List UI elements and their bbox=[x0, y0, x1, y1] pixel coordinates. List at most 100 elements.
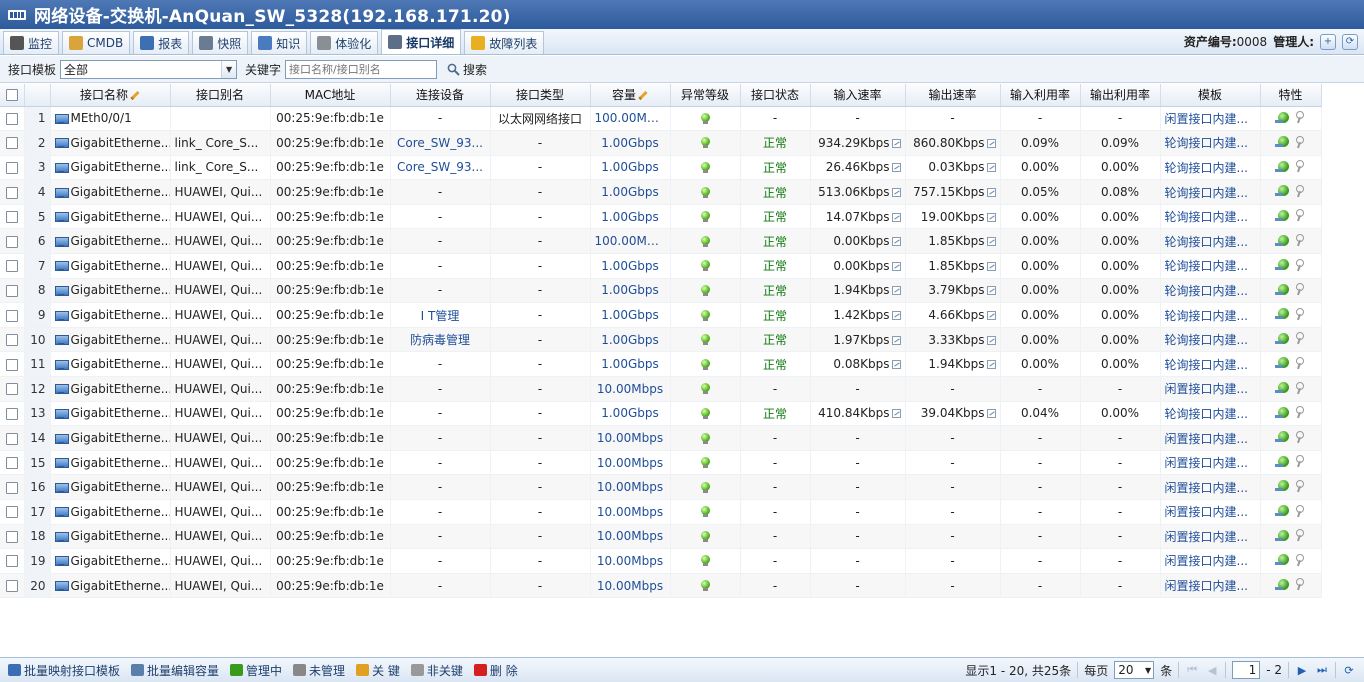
page-input[interactable]: 1 bbox=[1232, 661, 1261, 679]
connected-device[interactable]: Core_SW_93... bbox=[390, 130, 491, 156]
table-row[interactable]: 3 GigabitEtherne... link_ Core_S... 00:25:9… bbox=[0, 155, 1322, 181]
table-row[interactable]: 18 GigabitEtherne... HUAWEI, Qui... 00:25:9… bbox=[0, 524, 1322, 550]
key-icon[interactable] bbox=[1295, 529, 1304, 541]
template-link[interactable]: 闲置接口内建... bbox=[1160, 573, 1261, 599]
interface-name[interactable]: MEth0/0/1 bbox=[71, 111, 132, 125]
template-link[interactable]: 轮询接口内建... bbox=[1160, 401, 1261, 427]
refresh-icon[interactable]: ⟳ bbox=[1342, 33, 1358, 50]
interface-name[interactable]: GigabitEtherne... bbox=[71, 136, 170, 150]
row-checkbox[interactable] bbox=[0, 548, 25, 574]
managed-icon[interactable] bbox=[1275, 111, 1289, 123]
row-checkbox[interactable] bbox=[0, 573, 25, 599]
template-link[interactable]: 轮询接口内建... bbox=[1160, 130, 1261, 156]
managed-icon[interactable] bbox=[1275, 554, 1289, 566]
template-link[interactable]: 轮询接口内建... bbox=[1160, 253, 1261, 279]
key-icon[interactable] bbox=[1295, 356, 1304, 369]
table-row[interactable]: 2 GigabitEtherne... link_ Core_S... 00:25:9… bbox=[0, 130, 1322, 156]
capacity[interactable]: 10.00Mbps bbox=[590, 499, 671, 525]
chart-icon[interactable] bbox=[891, 311, 901, 321]
tab-5[interactable]: 体验化 bbox=[310, 31, 379, 54]
interface-name-cell[interactable]: GigabitEtherne... bbox=[50, 573, 171, 599]
output-rate[interactable]: 1.94Kbps bbox=[905, 351, 1001, 378]
interface-name-cell[interactable]: GigabitEtherne... bbox=[50, 130, 171, 156]
select-all-checkbox[interactable] bbox=[0, 84, 25, 107]
chart-icon[interactable] bbox=[891, 212, 901, 222]
row-checkbox[interactable] bbox=[0, 524, 25, 550]
interface-name[interactable]: GigabitEtherne... bbox=[71, 234, 170, 248]
table-row[interactable]: 1 MEth0/0/1 00:25:9e:fb:db:1e - 以太网网络接口 100.0… bbox=[0, 106, 1322, 132]
chart-icon[interactable] bbox=[986, 188, 996, 198]
input-rate[interactable]: 513.06Kbps bbox=[810, 179, 906, 205]
template-link[interactable]: 闲置接口内建... bbox=[1160, 524, 1261, 550]
column-header-out-rate[interactable]: 输出速率 bbox=[905, 84, 1001, 107]
interface-name-cell[interactable]: GigabitEtherne... bbox=[50, 327, 171, 353]
row-checkbox[interactable] bbox=[0, 204, 25, 230]
capacity[interactable]: 1.00Gbps bbox=[590, 130, 671, 156]
footer-button-6[interactable]: 删 除 bbox=[473, 662, 518, 679]
capacity[interactable]: 10.00Mbps bbox=[590, 548, 671, 574]
row-checkbox[interactable] bbox=[0, 106, 25, 132]
chart-icon[interactable] bbox=[891, 261, 901, 271]
chart-icon[interactable] bbox=[986, 360, 996, 370]
input-rate[interactable]: 1.97Kbps bbox=[810, 327, 906, 353]
interface-name[interactable]: GigabitEtherne... bbox=[71, 333, 170, 347]
table-row[interactable]: 14 GigabitEtherne... HUAWEI, Qui... 00:25:9… bbox=[0, 425, 1322, 451]
interface-name-cell[interactable]: GigabitEtherne... bbox=[50, 474, 171, 500]
interface-name-cell[interactable]: GigabitEtherne... bbox=[50, 228, 171, 255]
chart-icon[interactable] bbox=[986, 138, 996, 148]
column-header-type[interactable]: 接口类型 bbox=[490, 84, 591, 107]
interface-name[interactable]: GigabitEtherne... bbox=[71, 382, 170, 396]
interface-name[interactable]: GigabitEtherne... bbox=[71, 308, 170, 322]
column-header-mac[interactable]: MAC地址 bbox=[270, 84, 391, 107]
interface-name[interactable]: GigabitEtherne... bbox=[71, 579, 170, 593]
managed-icon[interactable] bbox=[1275, 578, 1289, 590]
chevron-down-icon[interactable]: ▼ bbox=[221, 60, 237, 78]
output-rate[interactable]: 1.85Kbps bbox=[905, 253, 1001, 279]
chart-icon[interactable] bbox=[986, 311, 996, 321]
managed-icon[interactable] bbox=[1275, 480, 1289, 492]
chart-icon[interactable] bbox=[986, 335, 996, 345]
output-rate[interactable]: 860.80Kbps bbox=[905, 130, 1001, 156]
interface-name-cell[interactable]: GigabitEtherne... bbox=[50, 450, 171, 476]
refresh-icon[interactable]: ⟳ bbox=[1342, 663, 1356, 677]
template-link[interactable]: 闲置接口内建... bbox=[1160, 474, 1261, 500]
tab-3[interactable]: 快照 bbox=[192, 31, 249, 54]
column-header-template[interactable]: 模板 bbox=[1160, 84, 1261, 107]
row-checkbox[interactable] bbox=[0, 474, 25, 500]
interface-name-cell[interactable]: GigabitEtherne... bbox=[50, 548, 171, 574]
template-link[interactable]: 轮询接口内建... bbox=[1160, 351, 1261, 378]
interface-name[interactable]: GigabitEtherne... bbox=[71, 431, 170, 445]
managed-icon[interactable] bbox=[1275, 259, 1289, 271]
template-link[interactable]: 轮询接口内建... bbox=[1160, 302, 1261, 328]
chart-icon[interactable] bbox=[891, 163, 901, 173]
column-header-status[interactable]: 接口状态 bbox=[740, 84, 811, 107]
interface-name-cell[interactable]: GigabitEtherne... bbox=[50, 204, 171, 230]
row-checkbox[interactable] bbox=[0, 155, 25, 181]
managed-icon[interactable] bbox=[1275, 455, 1289, 467]
key-icon[interactable] bbox=[1295, 578, 1304, 590]
key-icon[interactable] bbox=[1295, 479, 1304, 492]
footer-button-0[interactable]: 批量映射接口模板 bbox=[8, 662, 120, 679]
interface-name-cell[interactable]: GigabitEtherne... bbox=[50, 278, 171, 304]
managed-icon[interactable] bbox=[1275, 406, 1289, 418]
managed-icon[interactable] bbox=[1275, 529, 1289, 541]
table-row[interactable]: 11 GigabitEtherne... HUAWEI, Qui... 00:25:9… bbox=[0, 351, 1322, 378]
template-link[interactable]: 闲置接口内建... bbox=[1160, 499, 1261, 525]
key-icon[interactable] bbox=[1295, 307, 1304, 320]
footer-button-5[interactable]: 非关键 bbox=[410, 662, 463, 679]
key-icon[interactable] bbox=[1295, 283, 1304, 295]
table-row[interactable]: 13 GigabitEtherne... HUAWEI, Qui... 00:25:9… bbox=[0, 401, 1322, 427]
table-row[interactable]: 16 GigabitEtherne... HUAWEI, Qui... 00:25:9… bbox=[0, 474, 1322, 500]
table-row[interactable]: 9 GigabitEtherne... HUAWEI, Qui... 00:25:9e… bbox=[0, 302, 1322, 328]
input-rate[interactable]: 934.29Kbps bbox=[810, 130, 906, 156]
chart-icon[interactable] bbox=[891, 237, 901, 247]
interface-name-cell[interactable]: GigabitEtherne... bbox=[50, 401, 171, 427]
capacity[interactable]: 1.00Gbps bbox=[590, 253, 671, 279]
column-header-in-util[interactable]: 输入利用率 bbox=[1000, 84, 1081, 107]
row-checkbox[interactable] bbox=[0, 302, 25, 328]
input-rate[interactable]: 0.08Kbps bbox=[810, 351, 906, 378]
managed-icon[interactable] bbox=[1275, 283, 1289, 295]
interface-name-cell[interactable]: GigabitEtherne... bbox=[50, 155, 171, 181]
template-link[interactable]: 轮询接口内建... bbox=[1160, 278, 1261, 304]
key-icon[interactable] bbox=[1295, 504, 1304, 517]
